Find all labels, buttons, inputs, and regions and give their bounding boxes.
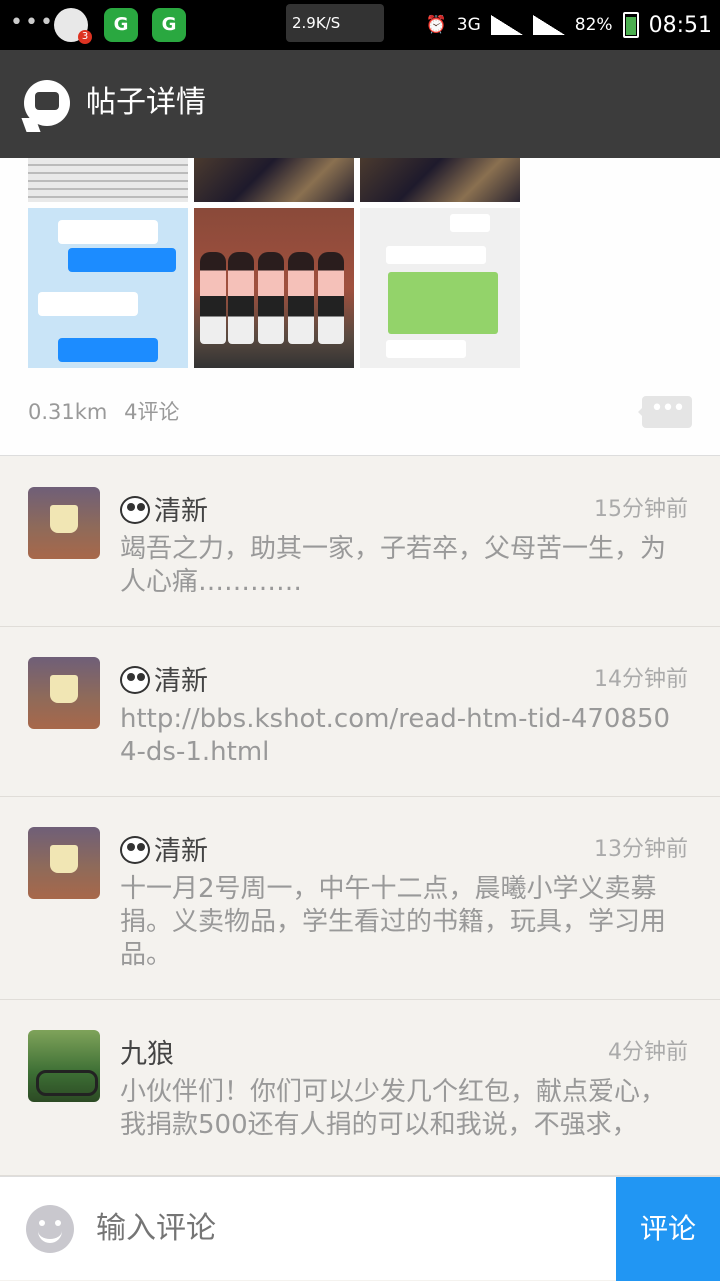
overflow-dots-icon: ••• (10, 10, 55, 35)
comment-time: 14分钟前 (594, 667, 688, 692)
battery-percent: 82% (574, 15, 613, 35)
comment-bar: 评论 (0, 1176, 720, 1281)
volume-notification-icon (54, 8, 92, 44)
comment-item[interactable]: 清新 13分钟前 十一月2号周一，中午十二点，晨曦小学义卖募捐。义卖物品，学生看… (0, 797, 720, 1000)
signal-icon (490, 15, 523, 35)
comment-item[interactable]: 清新 14分钟前 http://bbs.kshot.com/read-htm-t… (0, 627, 720, 797)
comment-count: 4评论 (124, 400, 180, 424)
cow-emoji-icon (120, 496, 150, 524)
comment-item[interactable]: 九狼 4分钟前 小伙伴们！你们可以少发几个红包，献点爱心，我捐款500还有人捐的… (0, 1000, 720, 1176)
more-dots-icon[interactable]: ••• (638, 396, 692, 428)
avatar[interactable] (28, 657, 100, 729)
status-bar: ••• G G 2.9K/S ⏰ 3G 82% 08:51 (0, 0, 720, 50)
app-notification-icon: G (104, 8, 138, 42)
signal-icon (532, 15, 565, 35)
post-image[interactable] (360, 208, 520, 368)
emoji-icon[interactable] (26, 1205, 74, 1253)
post-image[interactable] (194, 158, 354, 202)
network-type: 3G (456, 15, 481, 35)
app-bar: 帖子详情 (0, 50, 720, 158)
post-image[interactable] (28, 158, 188, 202)
comment-time: 13分钟前 (594, 837, 688, 862)
app-notification-icon: G (152, 8, 186, 42)
avatar[interactable] (28, 827, 100, 899)
comment-text: 竭吾之力，助其一家，子若卒，父母苦一生，为人心痛………… (120, 534, 667, 597)
avatar[interactable] (28, 1030, 100, 1102)
distance-label: 0.31km (28, 400, 108, 424)
comment-user[interactable]: 清新 (120, 659, 208, 698)
post-content: 0.31km 4评论 ••• (0, 158, 720, 456)
comment-text: 小伙伴们！你们可以少发几个红包，献点爱心，我捐款500还有人捐的可以和我说，不强… (120, 1077, 667, 1140)
chat-bubble-icon[interactable] (24, 80, 70, 126)
post-image[interactable] (194, 208, 354, 368)
post-image[interactable] (28, 208, 188, 368)
page-title: 帖子详情 (86, 85, 206, 120)
avatar[interactable] (28, 487, 100, 559)
comment-list: 清新 15分钟前 竭吾之力，助其一家，子若卒，父母苦一生，为人心痛………… 清新… (0, 457, 720, 1176)
network-speed: 2.9K/S (286, 4, 384, 42)
comment-time: 4分钟前 (608, 1040, 688, 1065)
comment-text: http://bbs.kshot.com/read-htm-tid-470850… (120, 704, 671, 767)
comment-time: 15分钟前 (594, 497, 688, 522)
post-image[interactable] (360, 158, 520, 202)
clock: 08:51 (648, 12, 712, 38)
comment-text: 十一月2号周一，中午十二点，晨曦小学义卖募捐。义卖物品，学生看过的书籍，玩具，学… (120, 874, 667, 970)
comment-input[interactable] (96, 1205, 596, 1253)
post-meta: 0.31km 4评论 (28, 396, 189, 426)
cow-emoji-icon (120, 836, 150, 864)
comment-user[interactable]: 九狼 (120, 1032, 174, 1071)
alarm-icon: ⏰ (425, 15, 447, 35)
comment-user[interactable]: 清新 (120, 489, 208, 528)
comment-user[interactable]: 清新 (120, 829, 208, 868)
cow-emoji-icon (120, 666, 150, 694)
send-comment-button[interactable]: 评论 (616, 1177, 720, 1281)
battery-icon (622, 12, 639, 38)
comment-item[interactable]: 清新 15分钟前 竭吾之力，助其一家，子若卒，父母苦一生，为人心痛………… (0, 457, 720, 627)
